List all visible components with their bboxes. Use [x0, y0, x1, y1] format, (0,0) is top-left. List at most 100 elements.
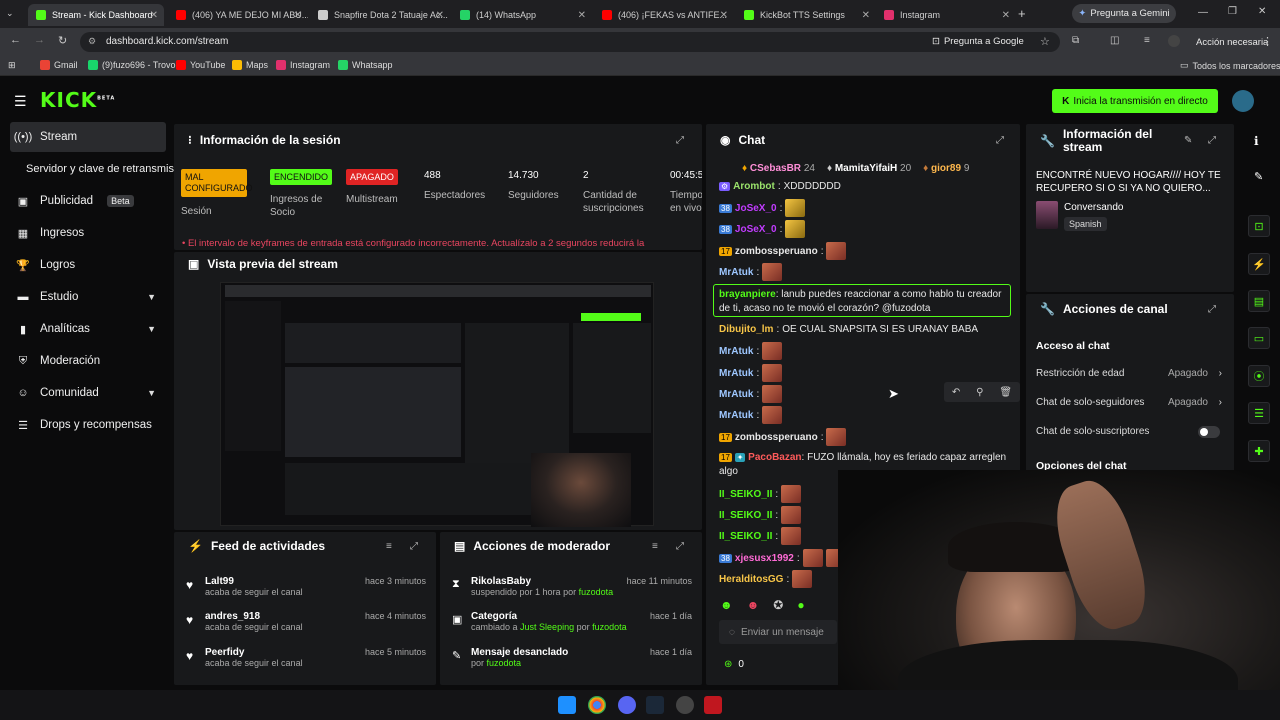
bookmark-maps[interactable]: Maps — [232, 60, 268, 70]
menu-kebab-icon[interactable]: ⋮ — [1262, 35, 1273, 48]
profile-avatar[interactable] — [1168, 35, 1180, 47]
reply-icon[interactable]: ↶ — [952, 387, 960, 398]
gemini-button[interactable]: ✦ Pregunta a Gemini — [1072, 4, 1176, 23]
expand-icon[interactable]: ⤢ — [676, 541, 684, 552]
sidebar-item-ads[interactable]: ▣ Publicidad Beta — [10, 186, 166, 216]
close-icon[interactable]: ✕ — [436, 10, 444, 21]
sidebar-item-community[interactable]: ☺ Comunidad ▼ — [10, 378, 166, 408]
extensions-icon[interactable]: ⧉ — [1072, 35, 1079, 46]
bookmark-whatsapp[interactable]: Whatsapp — [338, 60, 393, 70]
tab-youtube-1[interactable]: (406) YA ME DEJO MI ABU... ✕ — [168, 4, 308, 26]
close-icon[interactable]: ✕ — [578, 10, 586, 21]
sidebar-item-drops[interactable]: ☰ Drops y recompensas — [10, 410, 166, 440]
tab-kickbot[interactable]: KickBot TTS Settings ✕ — [736, 4, 876, 26]
sidebar-item-server-key[interactable]: Servidor y clave de retransmisión — [10, 154, 176, 184]
bookmark-youtube[interactable]: YouTube — [176, 60, 225, 70]
expand-icon[interactable]: ⤢ — [1208, 304, 1216, 315]
close-icon[interactable]: ✕ — [862, 10, 870, 21]
tab-whatsapp[interactable]: (14) WhatsApp ✕ — [452, 4, 592, 26]
chat-message[interactable]: MrAtuk: — [719, 385, 783, 403]
emote-icon[interactable]: ✪ — [773, 598, 783, 614]
sidebar-item-achievements[interactable]: 🏆 Logros — [10, 250, 166, 280]
filter-icon[interactable]: ≡ — [652, 541, 658, 552]
chat-message[interactable]: MrAtuk: — [719, 406, 783, 424]
info-icon[interactable]: ℹ — [1254, 134, 1259, 148]
edit-icon[interactable]: ✎ — [1184, 135, 1192, 146]
bookmark-instagram[interactable]: Instagram — [276, 60, 330, 70]
reload-icon[interactable]: ↻ — [58, 34, 67, 47]
expand-icon[interactable]: ⤢ — [410, 541, 418, 552]
gifter[interactable]: ♦ CSebasBR 24 — [742, 163, 815, 174]
bolt-icon[interactable]: ⚡ — [1248, 253, 1270, 275]
url-text[interactable]: dashboard.kick.com/stream — [106, 36, 228, 47]
gifter[interactable]: ♦ gior89 9 — [923, 163, 969, 174]
chat-message[interactable]: 38 JoSeX_0: — [719, 220, 806, 238]
go-live-button[interactable]: K Inicia la transmisión en directo — [1052, 89, 1218, 113]
chat-icon[interactable]: ▭ — [1248, 327, 1270, 349]
chat-message[interactable]: MrAtuk: — [719, 364, 783, 382]
sidebar-item-moderation[interactable]: ⛨ Moderación — [10, 346, 166, 376]
chat-message[interactable]: MrAtuk: — [719, 263, 783, 281]
sidebar-item-stream[interactable]: ((•)) Stream — [10, 122, 166, 152]
close-icon[interactable]: ✕ — [720, 10, 728, 21]
chat-message[interactable]: 17 zombossperuano: — [719, 428, 847, 446]
chrome-taskbar-icon[interactable] — [588, 696, 606, 714]
emote-icon[interactable]: ☻ — [747, 598, 760, 614]
close-icon[interactable]: ✕ — [150, 10, 158, 21]
user-avatar[interactable] — [1232, 90, 1254, 112]
media-icon[interactable]: ≡ — [1144, 35, 1150, 46]
omnibox[interactable]: ⚙ dashboard.kick.com/stream ⊡ Pregunta a … — [80, 32, 1060, 52]
ask-google-button[interactable]: ⊡ Pregunta a Google — [932, 36, 1024, 47]
gifter[interactable]: ♦ MamitaYifaiH 20 — [827, 163, 911, 174]
clipboard-icon[interactable]: ▤ — [1248, 290, 1270, 312]
apps-icon[interactable]: ⊞ — [8, 60, 16, 71]
emote-icon[interactable]: ☻ — [720, 598, 733, 614]
close-icon[interactable]: ✕ — [294, 10, 302, 21]
window-close-icon[interactable]: ✕ — [1258, 6, 1266, 17]
chat-message[interactable]: MrAtuk: — [719, 342, 783, 360]
chat-message-highlighted[interactable]: brayanpiere: lanub puedes reaccionar a c… — [713, 284, 1011, 317]
app-taskbar-icon[interactable] — [704, 696, 722, 714]
delete-icon[interactable]: 🗑 — [999, 387, 1012, 398]
stream-category[interactable]: Conversando — [1064, 202, 1123, 213]
sidebar-item-studio[interactable]: ▬ Estudio ▼ — [10, 282, 166, 312]
steam-taskbar-icon[interactable] — [646, 696, 664, 714]
hamburger-menu-icon[interactable]: ☰ — [14, 93, 27, 110]
wrench-icon[interactable]: ✚ — [1248, 440, 1270, 462]
pin-icon[interactable]: ⚲ — [976, 387, 983, 398]
chat-message[interactable]: Dibujito_lm: OE CUAL SNAPSITA SI ES URAN… — [719, 324, 978, 335]
followers-only-row[interactable]: Chat de solo-seguidores Apagado › — [1036, 397, 1226, 408]
chat-message[interactable]: 17 zombossperuano: — [719, 242, 847, 260]
expand-icon[interactable]: ⤢ — [1208, 135, 1216, 146]
target-icon[interactable]: ⊡ — [1248, 215, 1270, 237]
chat-message[interactable]: II_SEIKO_II: — [719, 485, 802, 503]
pencil-icon[interactable]: ✎ — [1254, 170, 1263, 183]
forward-icon[interactable]: → — [34, 34, 45, 46]
all-bookmarks[interactable]: ▭ Todos los marcadores — [1180, 60, 1280, 71]
sidebar-item-income[interactable]: ▦ Ingresos — [10, 218, 166, 248]
maximize-icon[interactable]: ❐ — [1228, 6, 1237, 17]
windows-start-icon[interactable] — [558, 696, 576, 714]
obs-taskbar-icon[interactable] — [676, 696, 694, 714]
back-icon[interactable]: ← — [10, 34, 21, 46]
bookmark-gmail[interactable]: Gmail — [40, 60, 78, 70]
tab-snapfire[interactable]: Snapfire Dota 2 Tatuaje Ac... ✕ — [310, 4, 450, 26]
tab-instagram[interactable]: Instagram ✕ — [876, 4, 1016, 26]
discord-taskbar-icon[interactable] — [618, 696, 636, 714]
kick-logo[interactable]: KICKBETA — [40, 88, 115, 112]
emote-icon[interactable]: ● — [797, 598, 804, 614]
action-needed-button[interactable]: Acción necesaria — [1196, 37, 1268, 48]
broadcast-icon[interactable]: ⦿ — [1248, 365, 1270, 387]
chat-send-input[interactable]: ◌ Enviar un mensaje — [719, 620, 837, 644]
bookmark-star-icon[interactable]: ☆ — [1040, 35, 1050, 48]
filter-icon[interactable]: ≡ — [386, 541, 392, 552]
bookmark-trovo[interactable]: (9)fuzo696 - Trovo — [88, 60, 176, 70]
site-info-icon[interactable]: ⚙ — [88, 36, 96, 47]
close-icon[interactable]: ✕ — [1002, 10, 1010, 21]
channel-points[interactable]: ⊛ 0 — [724, 659, 744, 670]
new-tab-icon[interactable]: + — [1018, 6, 1026, 21]
expand-icon[interactable]: ⤢ — [676, 135, 684, 146]
tab-kick-dashboard[interactable]: Stream - Kick Dashboard ✕ — [28, 4, 164, 26]
chat-message[interactable]: HeralditosGG: — [719, 570, 813, 588]
layers-icon[interactable]: ☰ — [1248, 402, 1270, 424]
